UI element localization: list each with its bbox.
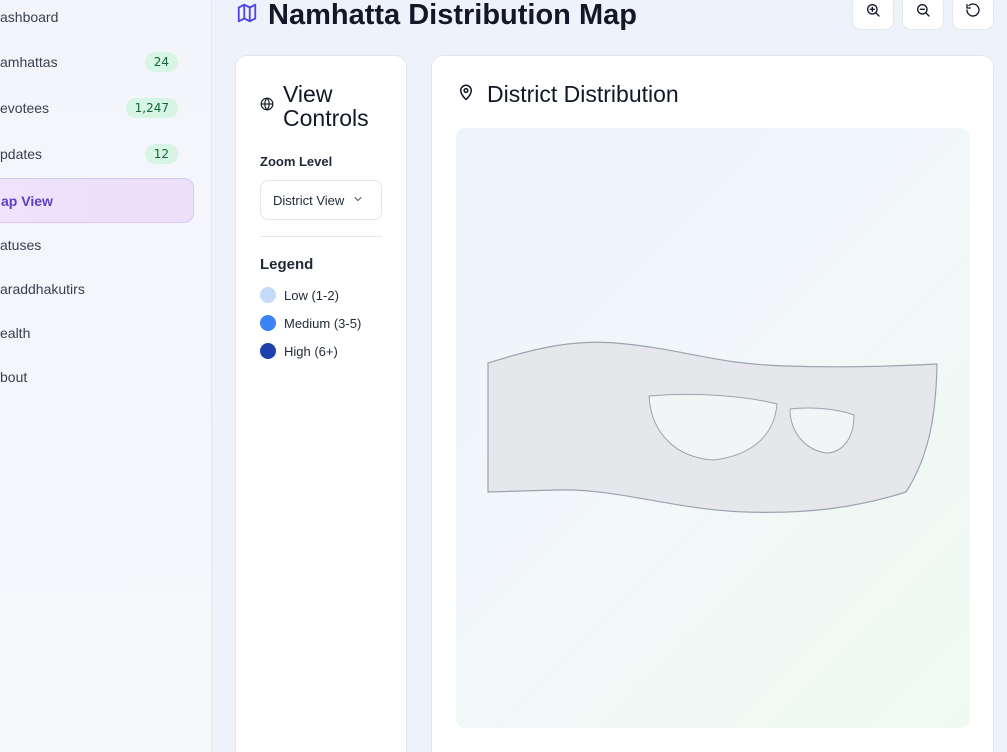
reset-icon [965, 2, 981, 23]
zoom-out-button[interactable] [902, 0, 944, 30]
sidebar-item-updates[interactable]: pdates 12 [0, 132, 194, 176]
legend-swatch [260, 287, 276, 303]
count-badge: 12 [144, 144, 178, 164]
legend-title: Legend [260, 256, 314, 273]
legend-swatch [260, 343, 276, 359]
zoom-level-label: Zoom Level [260, 154, 333, 169]
sidebar-item-dashboard[interactable]: ashboard [0, 0, 194, 39]
legend-item-medium: Medium (3-5) [260, 315, 361, 331]
sidebar-item-shraddhakutirs[interactable]: araddhakutirs [0, 267, 194, 311]
sidebar-item-label: ashboard [0, 9, 59, 25]
legend-item-high: High (6+) [260, 343, 338, 359]
sidebar-item-label: evotees [0, 100, 50, 116]
map-pin-icon [457, 82, 475, 107]
legend-swatch [260, 315, 276, 331]
zoom-out-icon [915, 2, 931, 23]
sidebar-item-label: pdates [0, 146, 43, 162]
legend-label: Low (1-2) [284, 287, 339, 303]
map-icon [236, 2, 258, 29]
sidebar-item-label: ap View [1, 192, 53, 209]
district-distribution-panel: District Distribution [431, 55, 994, 752]
map-heading: District Distribution [457, 81, 679, 108]
sidebar-item-health[interactable]: ealth [0, 311, 194, 355]
zoom-level-value: District View [273, 192, 345, 208]
sidebar-item-label: ealth [0, 325, 31, 341]
page-header: Namhatta Distribution Map [236, 0, 637, 31]
sidebar-item-label: atuses [0, 237, 42, 253]
count-badge: 24 [144, 52, 178, 72]
district-map [487, 341, 938, 513]
sidebar-item-label: amhattas [0, 54, 58, 70]
map-canvas[interactable] [456, 128, 970, 728]
zoom-level-select[interactable]: District View [260, 180, 382, 220]
count-badge: 1,247 [125, 98, 178, 118]
divider [260, 236, 382, 237]
legend-label: Medium (3-5) [284, 315, 362, 331]
controls-title: View Controls [283, 81, 369, 131]
zoom-in-icon [865, 2, 881, 23]
reset-view-button[interactable] [952, 0, 994, 30]
sidebar-item-about[interactable]: bout [0, 355, 194, 399]
sidebar-item-map-view[interactable]: ap View [0, 178, 194, 223]
sidebar-item-devotees[interactable]: evotees 1,247 [0, 86, 194, 130]
legend-label: High (6+) [284, 343, 338, 359]
sidebar-item-statuses[interactable]: atuses [0, 223, 194, 267]
globe-icon [260, 97, 274, 116]
page-title: Namhatta Distribution Map [268, 0, 637, 31]
sidebar-item-label: araddhakutirs [0, 281, 85, 297]
legend-item-low: Low (1-2) [260, 287, 339, 303]
controls-heading: View Controls [260, 82, 393, 130]
sidebar: ashboard amhattas 24 evotees 1,247 pdate… [0, 0, 212, 752]
chevron-down-icon [352, 193, 364, 208]
sidebar-item-namhattas[interactable]: amhattas 24 [0, 40, 194, 84]
zoom-in-button[interactable] [852, 0, 894, 30]
sidebar-item-label: bout [0, 369, 28, 385]
view-controls-panel: View Controls Zoom Level District View L… [235, 55, 407, 752]
map-title: District Distribution [487, 81, 679, 107]
